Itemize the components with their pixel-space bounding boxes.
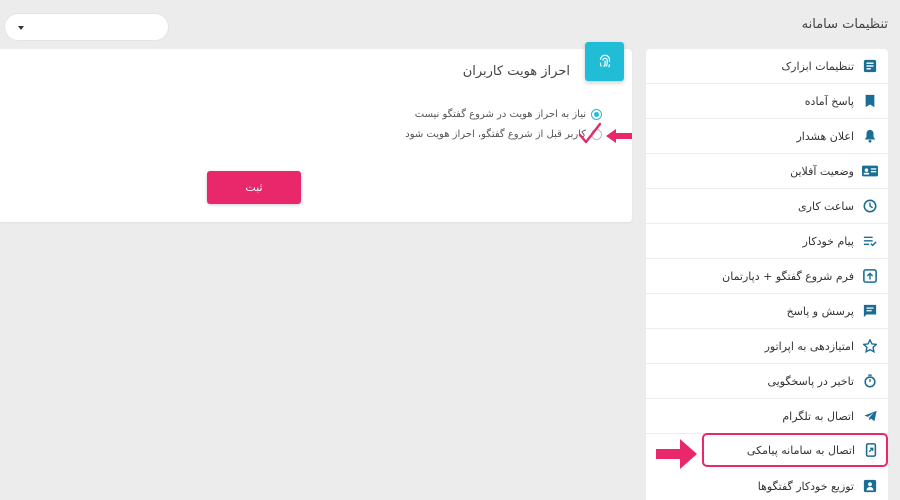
bookmark-icon bbox=[862, 93, 878, 109]
system-dropdown[interactable] bbox=[4, 13, 169, 41]
checkmark-annotation-icon bbox=[578, 122, 602, 144]
page-title: تنظیمات سامانه bbox=[801, 17, 888, 32]
id-card-icon bbox=[862, 163, 878, 179]
telegram-icon bbox=[862, 408, 878, 424]
sidebar-item-canned-responses[interactable]: پاسخ آماده bbox=[646, 84, 888, 119]
sidebar-item-auto-message[interactable]: پیام خودکار bbox=[646, 224, 888, 259]
sidebar-item-label: وضعیت آفلاین bbox=[790, 164, 854, 178]
auth-option-required[interactable]: کاربر قبل از شروع گفتگو، احراز هویت شود bbox=[405, 129, 602, 140]
sidebar-item-label: ساعت کاری bbox=[798, 199, 854, 213]
sidebar-item-label: تاخیر در پاسخگویی bbox=[767, 374, 854, 388]
option-label: کاربر قبل از شروع گفتگو، احراز هویت شود bbox=[405, 129, 586, 140]
sidebar-item-widget-settings[interactable]: تنظیمات ابزارک bbox=[646, 49, 888, 84]
auth-option-not-required[interactable]: نیاز به احراز هویت در شروع گفتگو نیست bbox=[415, 109, 602, 120]
sidebar-item-label: پاسخ آماده bbox=[804, 94, 854, 108]
sidebar-item-label: اتصال به تلگرام bbox=[782, 409, 854, 423]
bell-icon bbox=[862, 128, 878, 144]
star-icon bbox=[862, 338, 878, 354]
sidebar-item-working-hours[interactable]: ساعت کاری bbox=[646, 189, 888, 224]
arrow-annotation-icon bbox=[606, 129, 632, 143]
sidebar-item-faq[interactable]: پرسش و پاسخ bbox=[646, 294, 888, 329]
sidebar-item-label: پیام خودکار bbox=[802, 234, 854, 248]
sidebar-item-sms[interactable]: اتصال به سامانه پیامکی bbox=[702, 433, 888, 467]
widget-settings-icon bbox=[862, 58, 878, 74]
sidebar-item-auto-distribution[interactable]: توزیع خودکار گفتگوها bbox=[646, 469, 888, 500]
settings-sidebar: تنظیمات ابزارک پاسخ آماده اعلان هشدار وض… bbox=[646, 49, 888, 500]
sidebar-item-label: اعلان هشدار bbox=[796, 129, 854, 143]
auto-message-icon bbox=[862, 233, 878, 249]
sidebar-item-label: فرم شروع گفتگو + دپارتمان bbox=[722, 269, 854, 283]
sidebar-item-label: پرسش و پاسخ bbox=[786, 304, 854, 318]
fingerprint-icon bbox=[585, 42, 624, 81]
sidebar-item-label: اتصال به سامانه پیامکی bbox=[746, 443, 855, 457]
clock-icon bbox=[862, 198, 878, 214]
faq-icon bbox=[862, 303, 878, 319]
card-title: احراز هویت کاربران bbox=[462, 64, 570, 79]
radio-not-required[interactable] bbox=[591, 109, 602, 120]
sidebar-item-label: امتیازدهی به اپراتور bbox=[764, 339, 854, 353]
sidebar-item-operator-rating[interactable]: امتیازدهی به اپراتور bbox=[646, 329, 888, 364]
caret-down-icon bbox=[18, 26, 24, 30]
timer-icon bbox=[862, 373, 878, 389]
sidebar-item-offline-status[interactable]: وضعیت آفلاین bbox=[646, 154, 888, 189]
sms-icon bbox=[863, 442, 879, 458]
sidebar-item-telegram[interactable]: اتصال به تلگرام bbox=[646, 399, 888, 434]
arrow-annotation-icon bbox=[656, 439, 697, 469]
submit-button[interactable]: ثبت bbox=[207, 171, 301, 204]
sidebar-item-start-form[interactable]: فرم شروع گفتگو + دپارتمان bbox=[646, 259, 888, 294]
auth-settings-card: احراز هویت کاربران نیاز به احراز هویت در… bbox=[0, 42, 632, 222]
sidebar-item-label: تنظیمات ابزارک bbox=[781, 59, 854, 73]
sidebar-item-label: توزیع خودکار گفتگوها bbox=[757, 479, 854, 493]
form-icon bbox=[862, 268, 878, 284]
sidebar-item-response-delay[interactable]: تاخیر در پاسخگویی bbox=[646, 364, 888, 399]
option-label: نیاز به احراز هویت در شروع گفتگو نیست bbox=[414, 109, 586, 120]
distribution-icon bbox=[862, 478, 878, 494]
sidebar-item-alert[interactable]: اعلان هشدار bbox=[646, 119, 888, 154]
